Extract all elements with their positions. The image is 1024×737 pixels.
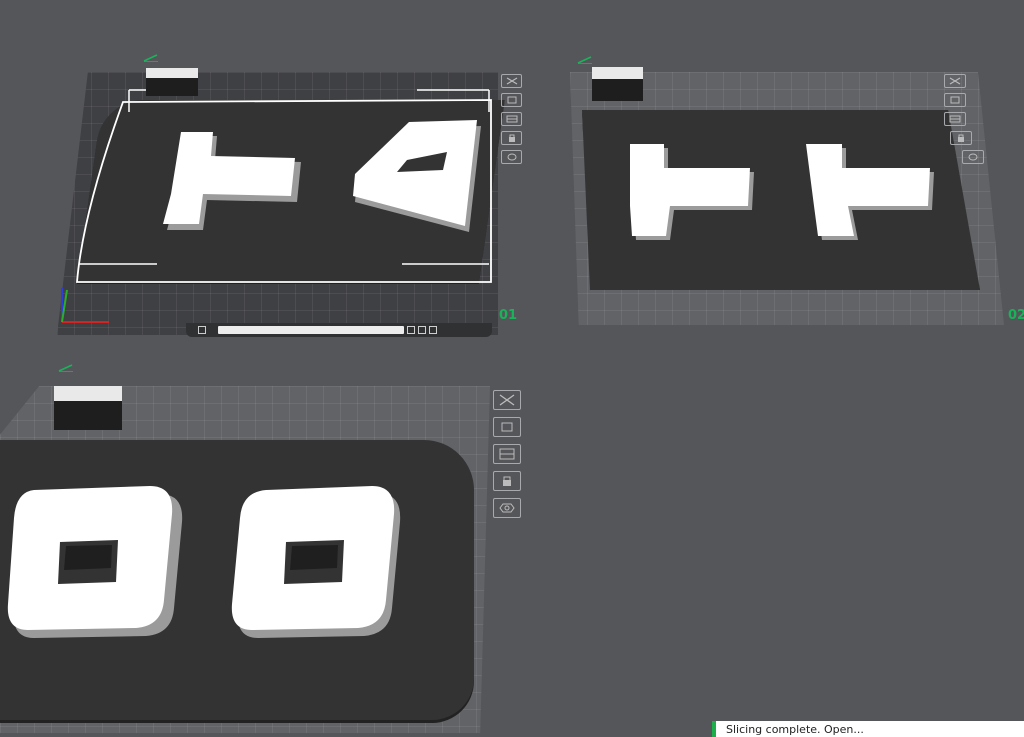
plate-2[interactable]: 02 [570,56,1024,325]
close-icon[interactable] [501,74,522,88]
part-digit-zero[interactable] [7,486,183,638]
settings-icon[interactable] [493,498,521,518]
copy-icon[interactable] [418,326,426,334]
slicing-notification[interactable]: Slicing complete. Open... [712,721,1024,737]
plate-2-edit-icon[interactable] [577,56,593,64]
auto-orient-icon[interactable] [501,93,522,107]
settings-icon[interactable] [501,150,522,164]
part-digit-zero[interactable] [231,486,401,638]
plate-2-filament-indicator[interactable] [592,67,643,101]
plate-1[interactable]: 01 [57,54,517,335]
part-letter-t[interactable] [806,144,934,240]
plate-3-edit-icon[interactable] [58,364,74,372]
axis-gizmo [61,288,109,323]
lock-icon[interactable] [501,131,522,145]
plate-1-toolbar [501,74,522,164]
plate-2-toolbar [944,74,984,164]
auto-orient-icon[interactable] [944,93,966,107]
notification-text: Slicing complete. Open... [726,723,864,736]
settings-icon[interactable] [962,150,984,164]
plate-3-toolbar [493,390,521,518]
plate-3[interactable] [0,364,490,733]
close-icon[interactable] [493,390,521,410]
arrange-icon[interactable] [944,112,966,126]
lock-icon[interactable] [950,131,972,145]
plate-1-edit-icon[interactable] [143,54,159,62]
plate-2-number: 02 [1008,308,1024,323]
close-icon[interactable] [944,74,966,88]
arrange-icon[interactable] [493,444,521,464]
delete-icon[interactable] [407,326,415,334]
plate-3-filament-indicator[interactable] [54,386,122,430]
thumbnail-icon [198,326,206,334]
part-letter-t[interactable] [630,144,754,240]
auto-orient-icon[interactable] [493,417,521,437]
trash-icon[interactable] [429,326,437,334]
lock-icon[interactable] [493,471,521,491]
plate-name-field[interactable] [218,326,404,334]
plate-1-status-bar [186,323,492,337]
arrange-icon[interactable] [501,112,522,126]
plate-1-number: 01 [499,308,518,323]
